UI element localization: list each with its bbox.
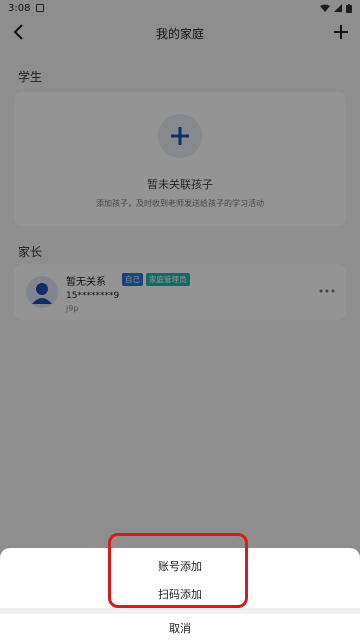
sheet-divider [0,608,360,614]
cancel-button[interactable]: 取消 [0,620,360,636]
highlight-box [108,533,248,608]
